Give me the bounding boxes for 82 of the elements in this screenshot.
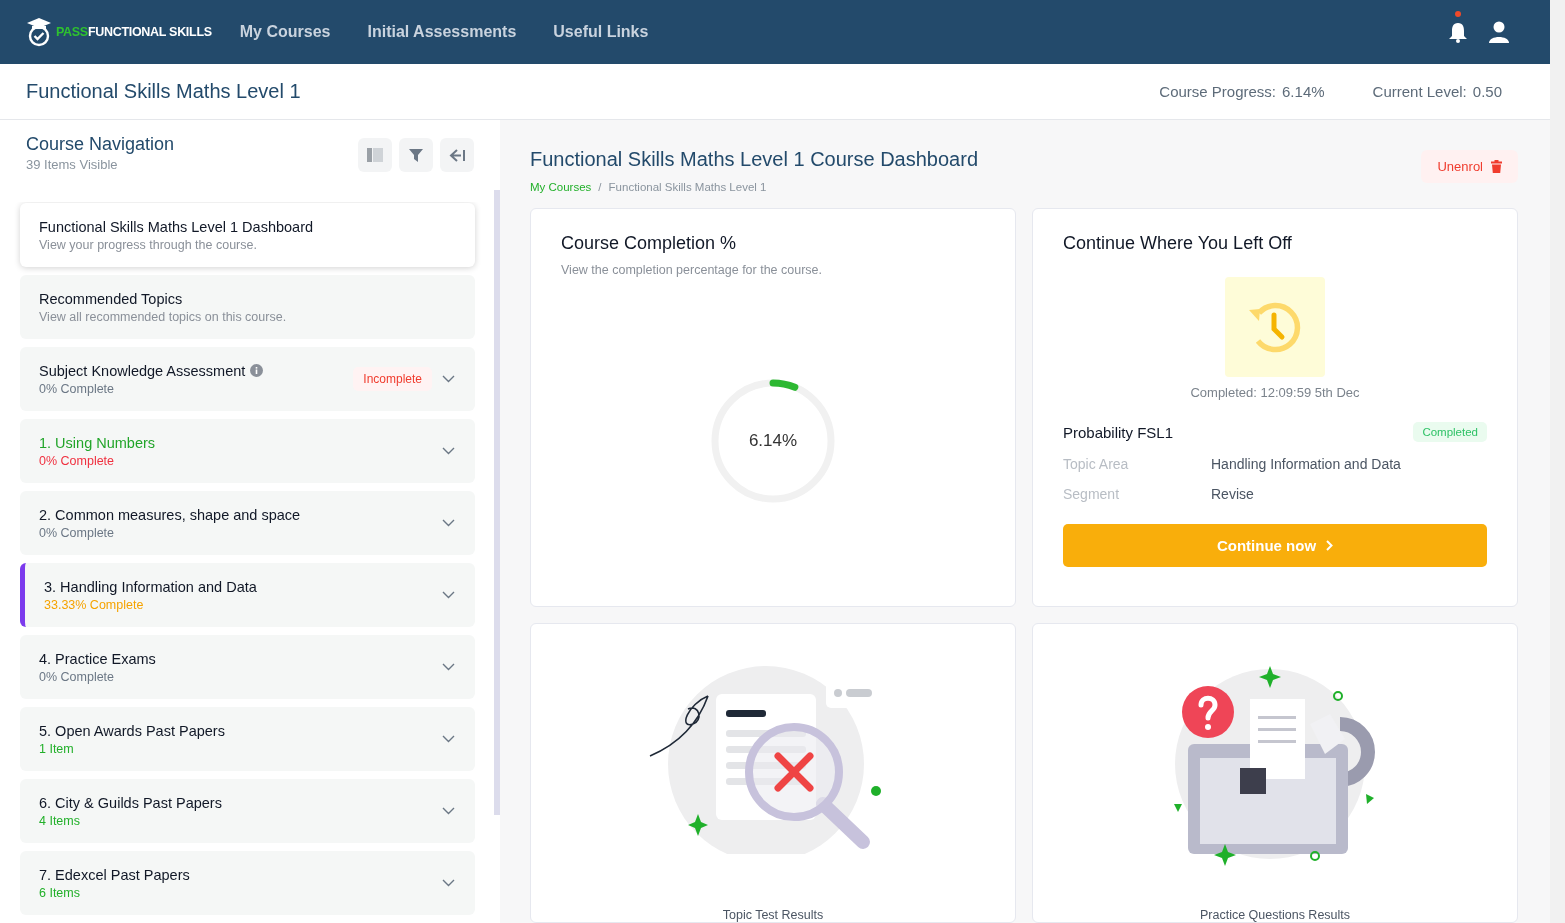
filter-button[interactable]: [399, 138, 433, 172]
chevron-down-icon[interactable]: [442, 519, 455, 527]
item-status: 33.33% Complete: [44, 597, 145, 612]
item-title: 6. City & Guilds Past Papers: [39, 794, 222, 811]
item-title: 1. Using Numbers: [39, 434, 156, 451]
nav-item[interactable]: Functional Skills Maths Level 1 Dashboard View your progress through the course.: [20, 203, 475, 267]
results-card[interactable]: Practice Questions Results: [1032, 623, 1518, 923]
item-status: 1 Item: [39, 741, 75, 756]
filter-icon: [409, 148, 423, 162]
item-status: 0% Complete: [39, 381, 116, 396]
progress-reading: 6.14%: [748, 431, 798, 451]
item-title: Subject Knowledge Assessment: [39, 362, 246, 379]
nav-item[interactable]: Recommended Topics View all recommended topics on this course.: [20, 275, 475, 339]
nav-item[interactable]: 1. Using Numbers 0% Complete: [20, 419, 475, 483]
completed-time: Completed: 12:09:59 5th Dec: [1189, 385, 1361, 400]
nav-link[interactable]: My Courses: [239, 23, 331, 41]
card-title: Course Completion %: [561, 233, 738, 254]
nav-item[interactable]: 7. Edexcel Past Papers 6 Items: [20, 851, 475, 915]
stat-value: 0.50: [1472, 83, 1502, 100]
nav-item[interactable]: 6. City & Guilds Past Papers 4 Items: [20, 779, 475, 843]
status-badge: Incomplete: [353, 367, 432, 391]
card-caption: Practice Questions Results: [1199, 908, 1351, 922]
chevron-down-icon[interactable]: [442, 447, 455, 455]
item-title: 4. Practice Exams: [39, 650, 156, 667]
panel-icon: [367, 148, 383, 162]
item-status: View all recommended topics on this course.: [39, 309, 288, 324]
logo-text: PASSFUNCTIONAL SKILLS: [56, 25, 212, 39]
stat-label: Course Progress:: [1159, 83, 1277, 100]
collapse-button[interactable]: [440, 138, 474, 172]
trash-icon: [1491, 160, 1502, 173]
nav-link[interactable]: Initial Assessments: [367, 23, 517, 41]
page-title: Functional Skills Maths Level 1 Course Dashboard: [530, 148, 978, 171]
breadcrumb-current: Functional Skills Maths Level 1: [608, 181, 767, 193]
items-count: 39 Items Visible: [26, 157, 119, 172]
chevron-down-icon[interactable]: [442, 879, 455, 887]
stat-label: Current Level:: [1372, 83, 1467, 100]
item-status: 0% Complete: [39, 525, 116, 540]
detail-label: Segment: [1063, 486, 1121, 502]
nav-item[interactable]: 3. Handling Information and Data 33.33% Complete: [20, 563, 475, 627]
chevron-down-icon[interactable]: [442, 807, 455, 815]
chevron-right-icon: [1326, 540, 1334, 551]
unenrol-button[interactable]: Unenrol: [1421, 150, 1518, 183]
item-status: 4 Items: [39, 813, 81, 828]
item-status: 0% Complete: [39, 669, 116, 684]
card-caption: Topic Test Results: [722, 908, 824, 922]
chevron-down-icon[interactable]: [442, 735, 455, 743]
panel-button[interactable]: [358, 138, 392, 172]
nav-link[interactable]: Useful Links: [553, 23, 649, 41]
scrollbar[interactable]: [494, 190, 500, 815]
item-title: 2. Common measures, shape and space: [39, 506, 301, 523]
item-status: 6 Items: [39, 885, 81, 900]
nav-item[interactable]: 4. Practice Exams 0% Complete: [20, 635, 475, 699]
item-status: 0% Complete: [39, 453, 116, 468]
card-subtitle: View the completion percentage for the course.: [561, 263, 824, 277]
status-badge: Completed: [1413, 422, 1487, 442]
item-title: 3. Handling Information and Data: [44, 578, 257, 595]
course-title: Functional Skills Maths Level 1: [26, 80, 301, 103]
chevron-down-icon[interactable]: [442, 375, 455, 383]
detail-label: Topic Area: [1063, 456, 1130, 472]
chevron-down-icon[interactable]: [442, 663, 455, 671]
item-status: View your progress through the course.: [39, 237, 258, 252]
item-title: Functional Skills Maths Level 1 Dashboard: [39, 218, 314, 235]
item-title: Recommended Topics: [39, 290, 183, 307]
results-card[interactable]: Topic Test Results: [530, 623, 1016, 923]
item-title: 7. Edexcel Past Papers: [39, 866, 190, 883]
nav-item[interactable]: 2. Common measures, shape and space 0% Complete: [20, 491, 475, 555]
bell-icon[interactable]: [1448, 21, 1468, 43]
nav-item[interactable]: 5. Open Awards Past Papers 1 Item: [20, 707, 475, 771]
detail-value: Revise: [1211, 486, 1254, 502]
stat-value: 6.14%: [1282, 83, 1325, 100]
detail-value: Handling Information and Data: [1211, 456, 1401, 472]
topic-name: Probability FSL1: [1063, 423, 1174, 441]
user-icon[interactable]: [1488, 21, 1510, 43]
card-title: Continue Where You Left Off: [1063, 233, 1293, 254]
nav-item[interactable]: Subject Knowledge Assessment 0% Complete Incomplete: [20, 347, 475, 411]
item-title: 5. Open Awards Past Papers: [39, 722, 225, 739]
breadcrumb-separator: /: [598, 181, 602, 193]
logo-icon: [26, 17, 52, 47]
scrollbar[interactable]: [1550, 0, 1565, 923]
collapse-icon: [449, 148, 465, 162]
sidebar-title: Course Navigation: [26, 134, 175, 155]
chevron-down-icon[interactable]: [442, 591, 455, 599]
